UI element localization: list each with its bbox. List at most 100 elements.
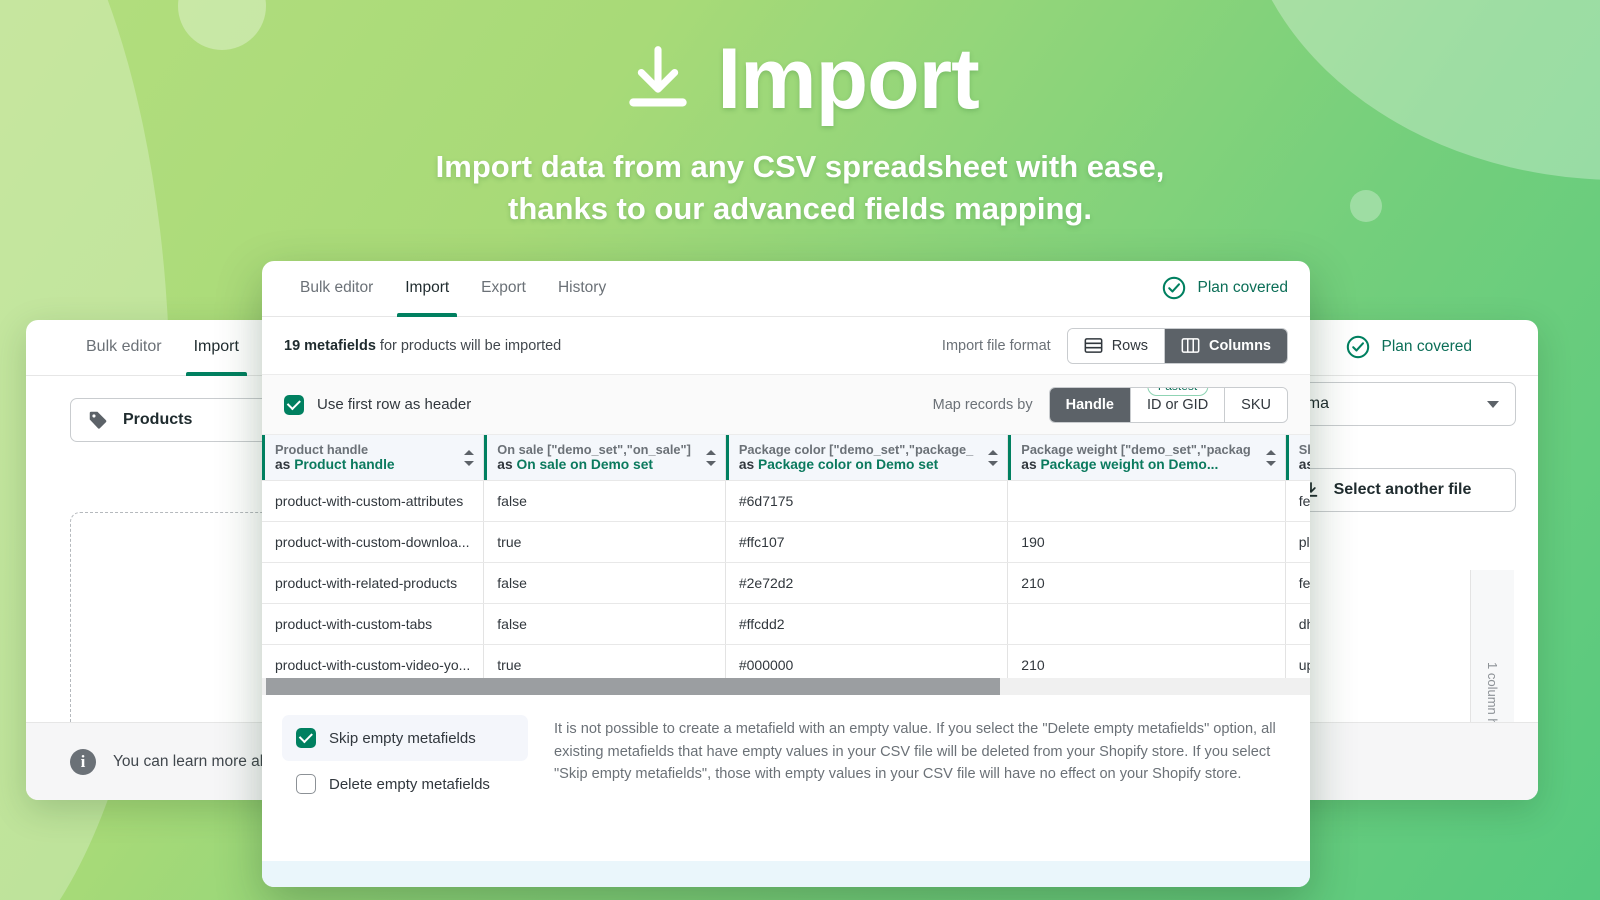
format-option-columns[interactable]: Columns [1165, 329, 1287, 363]
table-cell: false [484, 604, 726, 645]
mapping-column-header[interactable]: On sale ["demo_set","on_sale"]as On sale… [484, 435, 726, 481]
table-cell: product-with-custom-downloa... [262, 522, 484, 563]
sort-toggle-icon[interactable] [705, 448, 717, 468]
table-cell: false [484, 563, 726, 604]
table-cell: fedex,u [1285, 481, 1310, 522]
skip-empty-metafields-label: Skip empty metafields [329, 730, 476, 747]
mapping-column-target: as Ship [1299, 457, 1310, 472]
mapping-column-target: as On sale on Demo set [497, 457, 713, 472]
table-cell: product-with-custom-attributes [262, 481, 484, 522]
import-file-format-label: Import file format [942, 338, 1051, 354]
bottom-notice-bar [262, 861, 1310, 887]
mapping-column-source: Package weight ["demo_set","packag [1021, 442, 1272, 457]
table-cell: #ffc107 [725, 522, 1007, 563]
table-cell [1008, 481, 1285, 522]
table-cell: product-with-related-products [262, 563, 484, 604]
empty-metafields-options: Skip empty metafields Delete empty metaf… [282, 715, 528, 807]
foreground-import-card: Bulk editor Import Export History Plan c… [262, 261, 1310, 887]
sort-toggle-icon[interactable] [1265, 448, 1277, 468]
mapping-column-target: as Product handle [275, 457, 471, 472]
table-cell: #ffcdd2 [725, 604, 1007, 645]
empty-metafields-description: It is not possible to create a metafield… [554, 715, 1288, 807]
import-summary: 19 metafields for products will be impor… [284, 338, 561, 354]
check-circle-icon [1345, 334, 1371, 360]
mapping-column-target: as Package weight on Demo... [1021, 457, 1272, 472]
format-option-columns-label: Columns [1209, 338, 1271, 354]
table-cell: fedex [1285, 563, 1310, 604]
mapping-table-header-row: Product handleas Product handleOn sale [… [262, 435, 1310, 481]
tab-export[interactable]: Export [465, 261, 542, 316]
check-circle-icon [1161, 275, 1187, 301]
skip-empty-metafields-option[interactable]: Skip empty metafields [282, 715, 528, 761]
table-cell: false [484, 481, 726, 522]
table-cell [1008, 604, 1285, 645]
sort-toggle-icon[interactable] [987, 448, 999, 468]
plan-status-text: Plan covered [1198, 279, 1288, 297]
metafield-count-rest: for products will be imported [376, 338, 561, 354]
use-first-row-checkbox[interactable] [284, 395, 304, 415]
chevron-down-icon [1487, 401, 1499, 408]
hero-subtitle-line1: Import data from any CSV spreadsheet wit… [436, 149, 1165, 184]
options-row: Use first row as header Map records by H… [262, 375, 1310, 435]
mapping-column-source: Package color ["demo_set","package_ [739, 442, 995, 457]
page-title: Import [717, 36, 979, 122]
front-card-tabbar: Bulk editor Import Export History Plan c… [262, 261, 1310, 317]
mapping-column-header[interactable]: Product handleas Product handle [262, 435, 484, 481]
table-cell: #6d7175 [725, 481, 1007, 522]
mapping-column-header[interactable]: Shippingas Ship [1285, 435, 1310, 481]
back-plan-status-text: Plan covered [1382, 338, 1472, 356]
horizontal-scrollbar[interactable] [262, 678, 1310, 695]
page-root: Import Import data from any CSV spreadsh… [0, 0, 1600, 900]
map-option-handle[interactable]: Handle [1050, 388, 1131, 422]
delete-empty-metafields-checkbox[interactable] [296, 774, 316, 794]
tab-history[interactable]: History [542, 261, 622, 316]
mapping-table-body: product-with-custom-attributesfalse#6d71… [262, 481, 1310, 686]
tab-import[interactable]: Import [389, 261, 465, 316]
delete-empty-metafields-option[interactable]: Delete empty metafields [282, 761, 528, 807]
table-cell: product-with-custom-tabs [262, 604, 484, 645]
delete-empty-metafields-label: Delete empty metafields [329, 776, 490, 793]
empty-metafields-section: Skip empty metafields Delete empty metaf… [262, 695, 1310, 807]
plan-status: Plan covered [1161, 261, 1288, 316]
table-cell: 190 [1008, 522, 1285, 563]
map-option-id-or-gid[interactable]: Fastest ID or GID [1131, 388, 1225, 422]
mapping-column-source: Product handle [275, 442, 471, 457]
tag-icon [87, 409, 109, 431]
select-another-file-label: Select another file [1334, 481, 1472, 499]
rows-icon [1084, 336, 1103, 355]
metafield-count: 19 metafields [284, 338, 376, 354]
table-cell: true [484, 522, 726, 563]
sort-toggle-icon[interactable] [463, 448, 475, 468]
format-option-rows[interactable]: Rows [1068, 329, 1165, 363]
table-cell: #2e72d2 [725, 563, 1007, 604]
summary-row: 19 metafields for products will be impor… [262, 317, 1310, 375]
table-row: product-with-custom-attributesfalse#6d71… [262, 481, 1310, 522]
info-icon: i [70, 749, 96, 775]
skip-empty-metafields-checkbox[interactable] [296, 728, 316, 748]
format-option-rows-label: Rows [1112, 338, 1148, 354]
scrollbar-thumb[interactable] [266, 678, 1000, 695]
map-option-id-or-gid-label: ID or GID [1147, 397, 1208, 413]
back-tab-import[interactable]: Import [178, 320, 255, 375]
back-plan-status: Plan covered [1345, 320, 1494, 375]
tab-bulk-editor[interactable]: Bulk editor [284, 261, 389, 316]
table-row: product-with-custom-tabsfalse#ffcdd2dhl [262, 604, 1310, 645]
use-first-row-label: Use first row as header [317, 396, 471, 413]
table-row: product-with-custom-downloa...true#ffc10… [262, 522, 1310, 563]
table-row: product-with-related-productsfalse#2e72d… [262, 563, 1310, 604]
mapping-table: Product handleas Product handleOn sale [… [262, 435, 1310, 686]
mapping-column-target: as Package color on Demo set [739, 457, 995, 472]
resource-selector-label: Products [123, 411, 192, 429]
hero-subtitle-line2: thanks to our advanced fields mapping. [508, 191, 1092, 226]
map-records-by-label: Map records by [933, 397, 1033, 413]
back-tab-bulk-editor[interactable]: Bulk editor [70, 320, 178, 375]
file-format-segmented-control: Rows Columns [1067, 328, 1288, 364]
map-option-sku[interactable]: SKU [1225, 388, 1287, 422]
table-cell: plex,us [1285, 522, 1310, 563]
hero-section: Import Import data from any CSV spreadsh… [0, 36, 1600, 230]
download-icon [621, 42, 695, 116]
mapping-column-source: Shipping [1299, 442, 1310, 457]
mapping-column-header[interactable]: Package weight ["demo_set","packagas Pac… [1008, 435, 1285, 481]
columns-icon [1181, 336, 1200, 355]
mapping-column-header[interactable]: Package color ["demo_set","package_as Pa… [725, 435, 1007, 481]
